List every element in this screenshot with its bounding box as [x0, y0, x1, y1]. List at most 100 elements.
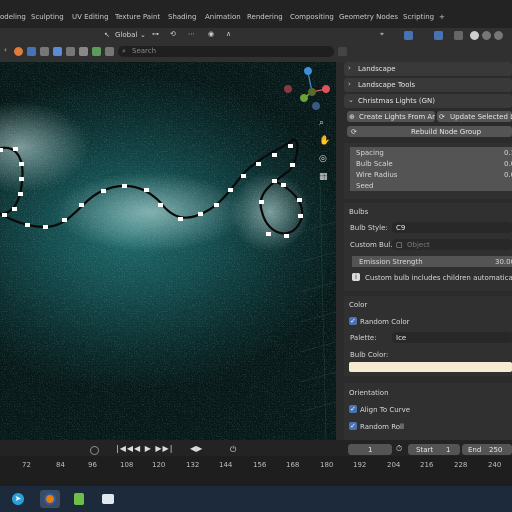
empty-icon[interactable]	[92, 47, 101, 56]
spacing-label: Spacing	[356, 149, 384, 157]
frame-ruler[interactable]: 72 84 96 108 120 132 144 156 168 180 192…	[0, 456, 512, 486]
pivot-icon[interactable]: ⊶	[152, 30, 159, 38]
bulb-color-label: Bulb Color:	[350, 351, 389, 359]
gizmo-x-axis[interactable]	[322, 85, 330, 93]
object-icon: ▢	[396, 241, 403, 249]
filter-icon[interactable]	[338, 47, 347, 56]
color-wheel-icon[interactable]	[14, 47, 23, 56]
palette-dropdown[interactable]: Ice	[392, 332, 512, 343]
playback-controls[interactable]: |◀◀◀ ▶ ▶▶|	[116, 444, 173, 453]
keyframe-nav-icon[interactable]: ◀▶	[190, 444, 202, 453]
object-icon[interactable]	[27, 47, 36, 56]
wire-radius-label: Wire Radius	[356, 171, 398, 179]
viewport-scene: ⌕ ✋ ◎ ▦	[0, 62, 336, 440]
volume-icon[interactable]	[105, 47, 114, 56]
3d-viewport[interactable]: ⌕ ✋ ◎ ▦	[0, 62, 336, 440]
falloff-icon[interactable]: ∧	[226, 30, 231, 38]
blender-icon[interactable]	[44, 493, 56, 505]
bulb-style-label: Bulb Style:	[350, 224, 388, 232]
gizmo-neg-x-axis[interactable]	[284, 85, 292, 93]
material-shading-icon[interactable]	[482, 31, 491, 40]
align-to-curve-checkbox[interactable]: ✓	[349, 405, 357, 413]
add-workspace-button[interactable]: +	[439, 13, 445, 21]
start-value: 1	[446, 446, 451, 454]
telegram-icon[interactable]: ➤	[12, 493, 24, 505]
outliner-search[interactable]: ⌕ Search	[118, 46, 334, 57]
overlay-toggle-icon[interactable]	[434, 31, 443, 40]
random-roll-checkbox[interactable]: ✓	[349, 422, 357, 430]
tab-modeling[interactable]: odeling	[0, 13, 26, 21]
bulb-scale-label: Bulb Scale	[356, 160, 393, 168]
perspective-grid-icon[interactable]: ▦	[319, 172, 328, 182]
camera-view-icon[interactable]: ◎	[319, 154, 327, 164]
tab-scripting[interactable]: Scripting	[403, 13, 434, 21]
record-icon[interactable]	[90, 446, 99, 455]
create-lights-button[interactable]: ⊕ Create Lights From An...	[347, 111, 435, 122]
random-roll-label: Random Roll	[360, 423, 404, 431]
frame-tick: 168	[286, 461, 300, 469]
gizmo-neg-z-axis[interactable]	[312, 102, 320, 110]
tab-sculpting[interactable]: Sculpting	[31, 13, 64, 21]
snap-target-icon[interactable]: ⋯	[188, 30, 195, 38]
view-icon[interactable]: ⌖	[380, 30, 384, 39]
light-icon[interactable]	[53, 47, 62, 56]
rebuild-label: Rebuild Node Group	[411, 128, 482, 136]
bulb-style-dropdown[interactable]: C9	[392, 222, 512, 233]
gizmo-toggle-icon[interactable]	[404, 31, 413, 40]
panel-landscape-tools[interactable]: › Landscape Tools	[344, 78, 512, 92]
chevron-right-icon: ›	[348, 80, 351, 88]
curve-icon[interactable]	[79, 47, 88, 56]
camera-icon[interactable]	[66, 47, 75, 56]
clock-icon: ⏱	[396, 444, 403, 453]
gizmo-y-axis[interactable]	[300, 94, 308, 102]
palette-value: Ice	[396, 334, 407, 342]
frame-tick: 180	[320, 461, 334, 469]
color-section-title: Color	[349, 301, 368, 309]
panel-christmas-lights-label: Christmas Lights (GN)	[358, 97, 435, 105]
frame-tick: 204	[387, 461, 401, 469]
info-icon: i	[352, 273, 360, 281]
panel-landscape-label: Landscape	[358, 65, 396, 73]
file-manager-icon[interactable]	[102, 494, 114, 504]
start-label: Start	[416, 446, 434, 454]
custom-bulb-object-field[interactable]: ▢ Object	[392, 239, 512, 250]
panel-landscape-tools-label: Landscape Tools	[358, 81, 416, 89]
transform-orientation-dropdown[interactable]: Global	[115, 31, 137, 39]
end-frame-field[interactable]: End 250	[462, 444, 512, 455]
bulb-color-swatch[interactable]	[349, 362, 512, 372]
search-input[interactable]: Search	[132, 47, 156, 55]
tab-animation[interactable]: Animation	[205, 13, 241, 21]
seed-field[interactable]	[350, 180, 512, 191]
gizmo-neg-y-axis[interactable]	[308, 88, 316, 96]
xray-icon[interactable]	[454, 31, 463, 40]
mesh-icon[interactable]	[40, 47, 49, 56]
tab-rendering[interactable]: Rendering	[247, 13, 283, 21]
tab-compositing[interactable]: Compositing	[290, 13, 334, 21]
frame-tick: 228	[454, 461, 468, 469]
panel-christmas-lights[interactable]: ⌄ Christmas Lights (GN)	[344, 94, 512, 108]
update-selected-button[interactable]: ⟳ Update Selected Lig	[437, 111, 512, 122]
auto-keyframe-icon[interactable]: ⏻	[230, 445, 236, 455]
chevron-down-icon: ⌄	[140, 31, 146, 39]
proportional-edit-icon[interactable]: ◉	[208, 30, 214, 38]
gizmo-z-axis[interactable]	[304, 67, 312, 75]
snap-icon[interactable]: ⟲	[170, 30, 176, 38]
panel-landscape[interactable]: › Landscape	[344, 62, 512, 76]
pan-hand-icon[interactable]: ✋	[319, 134, 330, 146]
start-frame-field[interactable]: Start 1	[408, 444, 460, 455]
random-color-checkbox[interactable]: ✓	[349, 317, 357, 325]
chevron-left-icon[interactable]: ‹	[4, 46, 7, 54]
rebuild-node-group-button[interactable]: ⟳ Rebuild Node Group	[347, 126, 512, 137]
refresh-icon: ⟳	[439, 113, 445, 121]
tab-geometry-nodes[interactable]: Geometry Nodes	[339, 13, 398, 21]
end-label: End	[468, 446, 482, 454]
notes-app-icon[interactable]	[74, 493, 84, 505]
zoom-icon[interactable]: ⌕	[319, 118, 324, 128]
current-frame-field[interactable]: 1	[348, 444, 392, 455]
chevron-right-icon: ›	[348, 64, 351, 72]
render-shading-icon[interactable]	[494, 31, 503, 40]
solid-shading-icon[interactable]	[470, 31, 479, 40]
tab-uv-editing[interactable]: UV Editing	[72, 13, 109, 21]
tab-shading[interactable]: Shading	[168, 13, 196, 21]
tab-texture-paint[interactable]: Texture Paint	[115, 13, 160, 21]
